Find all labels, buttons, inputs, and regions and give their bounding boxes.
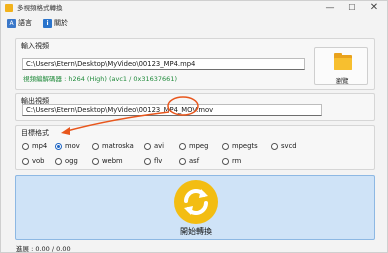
format-option-label: ogg bbox=[65, 157, 78, 165]
folder-icon bbox=[334, 53, 352, 70]
radio-indicator bbox=[222, 142, 229, 150]
format-option-label: svcd bbox=[281, 142, 297, 150]
start-convert-button[interactable]: 開始轉換 bbox=[15, 175, 375, 240]
radio-indicator bbox=[55, 142, 62, 150]
format-radio-matroska[interactable]: matroska bbox=[92, 141, 134, 151]
codec-info: 視頻編解碼器 : h264 (High) (avc1 / 0x31637661) bbox=[23, 75, 177, 83]
format-radio-vob[interactable]: vob bbox=[22, 156, 45, 166]
format-option-label: rm bbox=[232, 157, 242, 165]
radio-indicator bbox=[179, 142, 186, 150]
format-radio-mov[interactable]: mov bbox=[55, 141, 80, 151]
format-radio-mpeg[interactable]: mpeg bbox=[179, 141, 208, 151]
format-radio-flv[interactable]: flv bbox=[144, 156, 162, 166]
radio-indicator bbox=[55, 157, 62, 165]
format-radio-ogg[interactable]: ogg bbox=[55, 156, 78, 166]
input-group-title: 輸入視頻 bbox=[21, 42, 49, 50]
radio-indicator bbox=[22, 157, 29, 165]
format-option-label: mpegts bbox=[232, 142, 258, 150]
format-option-label: mov bbox=[65, 142, 80, 150]
format-radio-mp4[interactable]: mp4 bbox=[22, 141, 47, 151]
format-option-label: vob bbox=[32, 157, 45, 165]
radio-indicator bbox=[271, 142, 278, 150]
menu-language[interactable]: A 語言 bbox=[7, 17, 32, 29]
format-option-label: mpeg bbox=[189, 142, 209, 150]
input-video-group: 輸入視頻 C:\Users\Etern\Desktop\MyVideo\0012… bbox=[15, 38, 375, 90]
format-radio-mpegts[interactable]: mpegts bbox=[222, 141, 258, 151]
translate-icon: A bbox=[7, 18, 16, 28]
format-radio-svcd[interactable]: svcd bbox=[271, 141, 297, 151]
format-option-label: flv bbox=[154, 157, 163, 165]
close-button[interactable]: ✕ bbox=[363, 1, 385, 15]
radio-indicator bbox=[22, 142, 29, 150]
title-bar: 多視頻格式轉換 — ☐ ✕ bbox=[1, 1, 387, 15]
browse-label: 瀏覽 bbox=[335, 77, 349, 85]
radio-indicator bbox=[144, 157, 151, 165]
browse-button[interactable]: 瀏覽 bbox=[314, 47, 368, 85]
format-option-label: mp4 bbox=[32, 142, 48, 150]
menu-about-label: 關於 bbox=[54, 19, 68, 27]
minimize-button[interactable]: — bbox=[319, 1, 341, 15]
app-window: 多視頻格式轉換 — ☐ ✕ A 語言 i 關於 輸入視頻 C:\Users\Eter… bbox=[0, 0, 388, 253]
progress-status: 進展 : 0.00 / 0.00 bbox=[16, 245, 71, 253]
format-radio-asf[interactable]: asf bbox=[179, 156, 199, 166]
menu-language-label: 語言 bbox=[18, 19, 32, 27]
format-option-label: matroska bbox=[102, 142, 134, 150]
sync-icon bbox=[174, 180, 218, 224]
input-path-field[interactable]: C:\Users\Etern\Desktop\MyVideo\00123_MP4… bbox=[22, 58, 305, 70]
output-video-group: 輸出視頻 C:\Users\Etern\Desktop\MyVideo\0012… bbox=[15, 93, 375, 121]
format-radio-webm[interactable]: webm bbox=[92, 156, 123, 166]
radio-indicator bbox=[92, 157, 99, 165]
menu-about[interactable]: i 關於 bbox=[43, 17, 68, 29]
radio-indicator bbox=[92, 142, 99, 150]
window-title: 多視頻格式轉換 bbox=[17, 4, 63, 12]
target-format-group: 目標格式 mp4 mov matroska avi mpeg mpegts svcd vob o… bbox=[15, 125, 375, 170]
output-path-field[interactable]: C:\Users\Etern\Desktop\MyVideo\00123_MP4… bbox=[22, 104, 322, 116]
format-radio-rm[interactable]: rm bbox=[222, 156, 241, 166]
info-icon: i bbox=[43, 18, 52, 28]
maximize-button[interactable]: ☐ bbox=[341, 1, 363, 15]
format-option-label: webm bbox=[102, 157, 123, 165]
radio-indicator bbox=[144, 142, 151, 150]
radio-indicator bbox=[222, 157, 229, 165]
radio-indicator bbox=[179, 157, 186, 165]
format-option-label: asf bbox=[189, 157, 200, 165]
menu-bar: A 語言 i 關於 bbox=[1, 15, 387, 31]
start-convert-label: 開始轉換 bbox=[180, 227, 212, 236]
format-group-title: 目標格式 bbox=[21, 129, 49, 137]
app-icon bbox=[5, 4, 13, 12]
format-option-label: avi bbox=[154, 142, 165, 150]
format-radio-avi[interactable]: avi bbox=[144, 141, 164, 151]
